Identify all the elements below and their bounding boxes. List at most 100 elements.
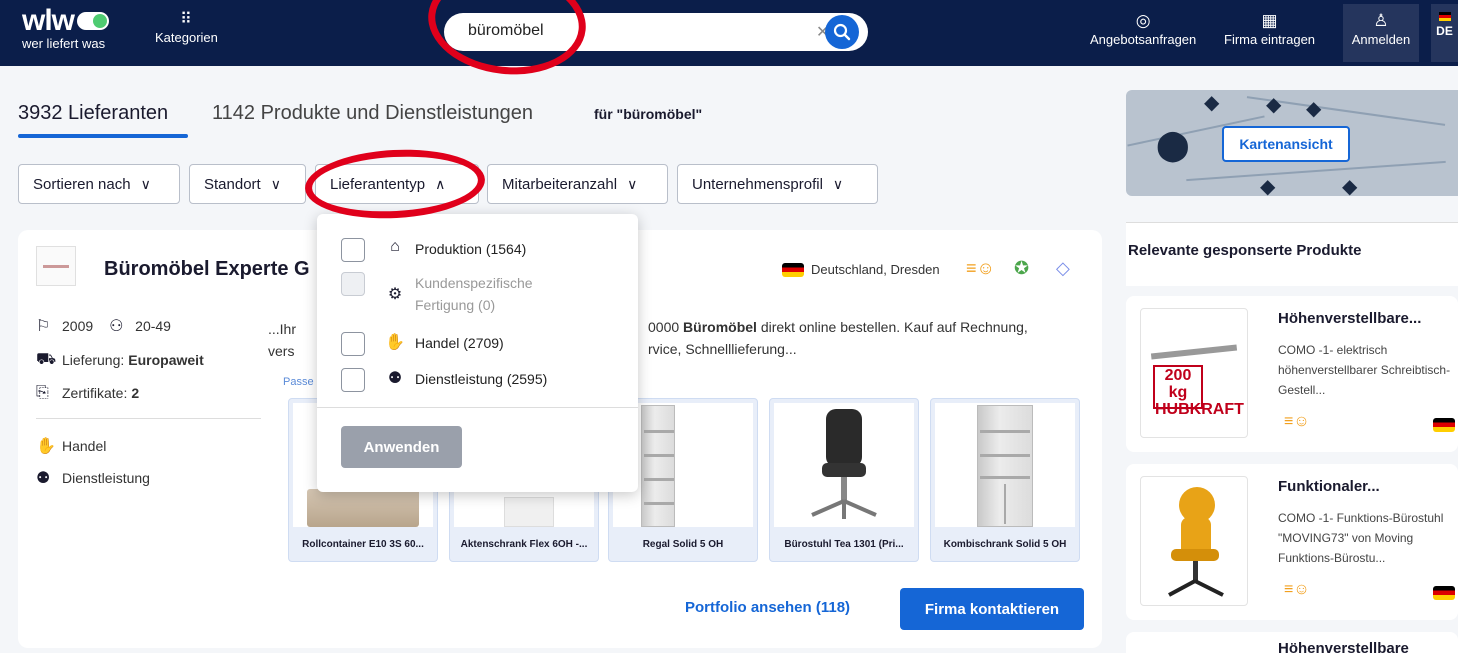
product-tile[interactable]: Kombischrank Solid 5 OH <box>930 398 1080 562</box>
option-custom-manufacturing-label: Kundenspezifische Fertigung (0) <box>415 275 533 313</box>
sponsored-product-card[interactable]: Funktionaler... COMO -1- Funktions-Büros… <box>1126 464 1458 620</box>
contact-company-button[interactable]: Firma kontaktieren <box>900 588 1084 630</box>
chevron-up-icon: ∧ <box>435 175 446 192</box>
language-switch[interactable]: DE <box>1431 4 1458 62</box>
grid-icon: ⠿ <box>180 11 193 28</box>
search-button[interactable] <box>825 15 859 49</box>
option-production[interactable]: ⌂ Produktion (1564) <box>341 238 526 262</box>
map-pin-icon: ◆ <box>1342 176 1358 196</box>
top-header: wlw wer liefert was ⠿ Kategorien ✕ ◎ Ang… <box>0 0 1458 66</box>
filter-sort-label: Sortieren nach <box>33 175 131 193</box>
chevron-down-icon: ∨ <box>832 175 844 192</box>
company-location: Deutschland, Dresden <box>782 262 940 277</box>
product-name: Aktenschrank Flex 6OH -... <box>460 539 588 550</box>
tab-products[interactable]: 1142 Produkte und Dienstleistungen <box>212 102 533 125</box>
map-pin-icon: ◆ <box>1204 92 1220 114</box>
delivery-value: Europaweit <box>128 352 204 368</box>
nav-angebotsanfragen-label: Angebotsanfragen <box>1090 32 1197 47</box>
certificates-label: Zertifikate: <box>62 385 128 401</box>
chevron-down-icon: ∨ <box>270 175 281 192</box>
map-pin-icon: ◆ <box>1306 98 1322 120</box>
people-icon: ⚉ <box>36 470 51 487</box>
sponsored-image-text: 200 kg HUBKRAFT <box>1153 365 1244 418</box>
company-location-label: Deutschland, Dresden <box>811 262 940 277</box>
product-tile[interactable]: Bürostuhl Tea 1301 (Pri... <box>769 398 919 562</box>
tab-active-indicator <box>18 134 188 138</box>
desc-line2-left: vers <box>268 343 295 359</box>
product-image <box>774 403 914 527</box>
sponsored-product-card[interactable]: 200 kg HUBKRAFT Höhenverstellbare... COM… <box>1126 296 1458 452</box>
sponsored-product-title: Höhenverstellbare <box>1278 640 1409 653</box>
certificates-info: ⎘ Zertifikate: 2 <box>36 384 139 402</box>
option-trade[interactable]: ✋ Handel (2709) <box>341 332 504 356</box>
verified-icon: ✪ <box>1014 258 1030 278</box>
custom-manufacturing-icon: ⚙ <box>387 286 403 303</box>
sponsored-product-title: Höhenverstellbare... <box>1278 310 1422 327</box>
nav-angebotsanfragen[interactable]: ◎ Angebotsanfragen <box>1090 10 1196 47</box>
building-icon: ▦ <box>1261 11 1278 30</box>
checkbox[interactable] <box>341 368 365 392</box>
german-flag-icon <box>1433 586 1455 600</box>
search-input[interactable] <box>468 22 768 40</box>
sponsored-product-title: Funktionaler... <box>1278 478 1380 495</box>
option-custom-manufacturing: ⚙ Kundenspezifische Fertigung (0) <box>341 272 565 316</box>
description-line1: 0000 Büromöbel direkt online bestellen. … <box>648 316 1028 338</box>
diamond-icon: ◇ <box>1056 258 1070 278</box>
desc-line1-suffix: direkt online bestellen. Kauf auf Rechnu… <box>760 319 1028 335</box>
checkbox[interactable] <box>341 238 365 262</box>
employees-value: 20-49 <box>135 318 171 334</box>
employees-icon: ⚇ <box>109 318 124 335</box>
sponsored-product-desc: COMO -1- elektrisch höhenverstellbarer S… <box>1278 343 1451 397</box>
wlw-logo[interactable]: wlw wer liefert was <box>22 6 110 51</box>
filter-location-label: Standort <box>204 175 261 193</box>
login-button[interactable]: ♙ Anmelden <box>1343 4 1419 62</box>
sponsored-product-card[interactable]: Höhenverstellbare <box>1126 632 1458 653</box>
filter-company-profile[interactable]: Unternehmensprofil ∨ <box>677 164 878 204</box>
supplier-type-dropdown: ⌂ Produktion (1564) ⚙ Kundenspezifische … <box>317 214 638 492</box>
quick-response-icon: ≡☺ <box>1284 581 1310 598</box>
nav-firma-eintragen[interactable]: ▦ Firma eintragen <box>1224 10 1315 47</box>
filter-supplier-type[interactable]: Lieferantentyp ∧ <box>315 164 479 204</box>
description-line2: rvice, Schnelllieferung... <box>648 341 797 357</box>
type-trade: ✋ Handel <box>36 436 106 456</box>
german-flag-icon <box>1438 12 1451 21</box>
filter-sort[interactable]: Sortieren nach ∨ <box>18 164 180 204</box>
search-bar: ✕ <box>444 13 868 51</box>
sponsored-product-image <box>1140 476 1248 606</box>
handshake-icon: ✋ <box>36 438 56 455</box>
apply-button[interactable]: Anwenden <box>341 426 462 468</box>
tab-suppliers[interactable]: 3932 Lieferanten <box>18 102 168 125</box>
option-service[interactable]: ⚉ Dienstleistung (2595) <box>341 368 547 392</box>
filter-location[interactable]: Standort ∨ <box>189 164 306 204</box>
logo-toggle-icon <box>77 12 110 30</box>
company-logo[interactable] <box>36 246 76 286</box>
map-preview[interactable]: ⬤ ◆ ◆ ◆ ◆ ◆ Kartenansicht <box>1126 90 1458 196</box>
checkbox[interactable] <box>341 332 365 356</box>
logo-word: wlw <box>22 6 110 36</box>
categories-label: Kategorien <box>155 30 218 45</box>
target-icon: ◎ <box>1135 11 1151 30</box>
logo-subtitle: wer liefert was <box>22 36 106 51</box>
company-name[interactable]: Büromöbel Experte G <box>104 258 310 281</box>
option-service-label: Dienstleistung (2595) <box>415 371 548 387</box>
map-pin-icon: ◆ <box>1260 176 1276 196</box>
filter-employees[interactable]: Mitarbeiteranzahl ∨ <box>487 164 668 204</box>
language-label: DE <box>1436 24 1453 38</box>
truck-icon: ⛟ <box>36 351 57 368</box>
factory-icon: ⌂ <box>390 238 400 255</box>
divider <box>317 407 638 408</box>
categories-button[interactable]: ⠿ Kategorien <box>155 10 218 45</box>
chevron-down-icon: ∨ <box>627 175 638 192</box>
delivery-info: ⛟ Lieferung: Europaweit <box>36 350 204 370</box>
map-pin-icon: ⬤ <box>1156 129 1190 162</box>
map-view-button[interactable]: Kartenansicht <box>1222 126 1350 162</box>
product-name: Kombischrank Solid 5 OH <box>943 539 1067 550</box>
description-left: ...Ihr vers <box>268 318 296 362</box>
german-flag-icon <box>782 262 804 277</box>
type-trade-label: Handel <box>62 438 107 454</box>
portfolio-link[interactable]: Portfolio ansehen (118) <box>685 599 850 616</box>
option-trade-label: Handel (2709) <box>415 335 504 351</box>
quick-response-icon: ≡☺ <box>1284 413 1310 430</box>
type-service-label: Dienstleistung <box>62 470 150 486</box>
founded-value: 2009 <box>62 318 94 334</box>
